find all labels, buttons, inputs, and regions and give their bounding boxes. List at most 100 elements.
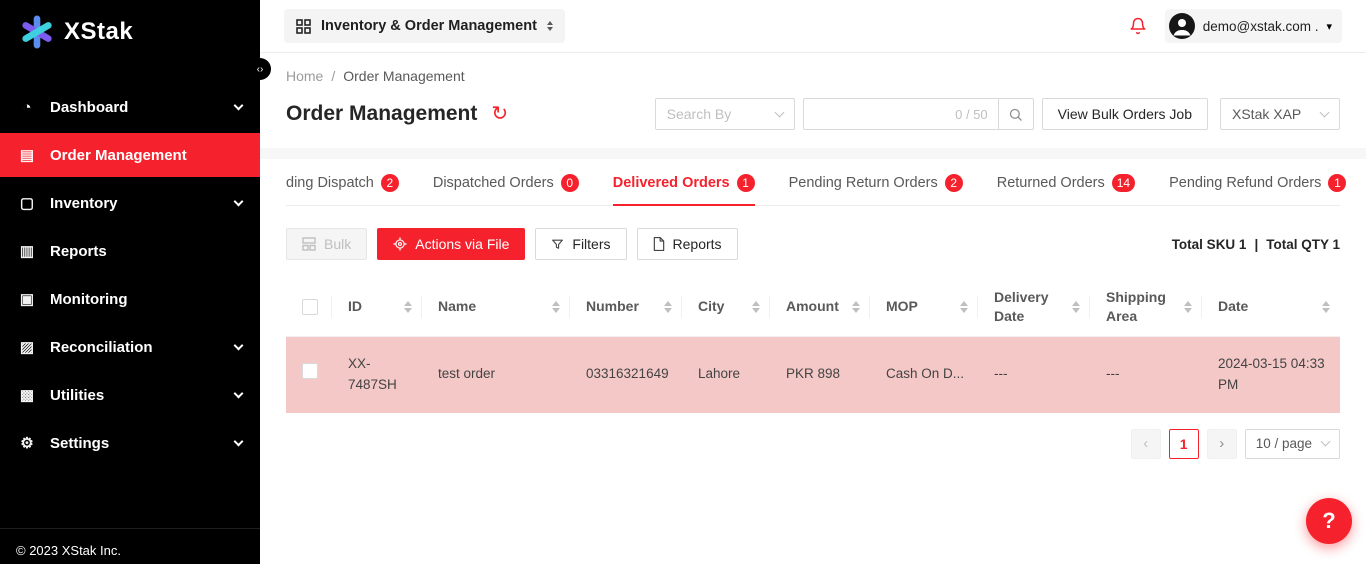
- title-row: Order Management ↻ Search By 0 / 50: [286, 98, 1340, 130]
- cell-delivery-date: ---: [978, 356, 1090, 393]
- order-management-icon: ▤: [18, 146, 36, 164]
- search-group: 0 / 50: [803, 98, 1034, 130]
- tab-label: Pending Refund Orders: [1169, 175, 1321, 191]
- sort-icon[interactable]: [552, 301, 560, 313]
- sort-icon[interactable]: [404, 301, 412, 313]
- xstak-logo[interactable]: XStak: [0, 0, 260, 61]
- cell-city: Lahore: [682, 356, 770, 393]
- page-title: Order Management: [286, 102, 477, 126]
- topbar-right: demo@xstak.com . ▾: [1127, 9, 1342, 43]
- sidebar-item-dashboard[interactable]: ◔ Dashboard: [0, 85, 260, 129]
- column-header-shipping-area[interactable]: Shipping Area: [1090, 278, 1202, 336]
- sidebar-item-label: Inventory: [50, 195, 118, 212]
- sidebar: XStak ◔ Dashboard ▤ Order Management ▢ I…: [0, 0, 260, 564]
- sort-icon[interactable]: [960, 301, 968, 313]
- tab-returned-orders[interactable]: Returned Orders 14: [997, 159, 1135, 205]
- sort-icon[interactable]: [664, 301, 672, 313]
- chevron-down-icon: [234, 100, 244, 110]
- tab-pending-return-orders[interactable]: Pending Return Orders 2: [789, 159, 963, 205]
- row-checkbox[interactable]: [302, 363, 318, 379]
- sidebar-item-utilities[interactable]: ▩ Utilities: [0, 373, 260, 417]
- tab-count-badge: 1: [737, 174, 755, 192]
- sidebar-collapse-toggle[interactable]: ‹›: [249, 58, 271, 80]
- column-header-number[interactable]: Number: [570, 278, 682, 336]
- bulk-button[interactable]: Bulk: [286, 228, 367, 260]
- tab-delivered-orders[interactable]: Delivered Orders 1: [613, 159, 755, 205]
- pagination-page-1[interactable]: 1: [1169, 429, 1199, 459]
- sidebar-item-reports[interactable]: ▥ Reports: [0, 229, 260, 273]
- sidebar-item-label: Utilities: [50, 387, 104, 404]
- sort-icon[interactable]: [852, 301, 860, 313]
- app-selector[interactable]: Inventory & Order Management: [284, 9, 565, 43]
- refresh-icon[interactable]: ↻: [491, 104, 508, 124]
- tab-pending-dispatch[interactable]: ding Dispatch 2: [286, 159, 399, 205]
- search-by-select[interactable]: Search By: [655, 98, 795, 130]
- caret-down-icon: ▾: [1326, 20, 1332, 33]
- page-size-select[interactable]: 10 / page: [1245, 429, 1340, 459]
- page-body: ding Dispatch 2 Dispatched Orders 0 Deli…: [260, 159, 1366, 564]
- tab-pending-refund-orders[interactable]: Pending Refund Orders 1: [1169, 159, 1346, 205]
- breadcrumb-home[interactable]: Home: [286, 68, 323, 84]
- sort-icon[interactable]: [752, 301, 760, 313]
- avatar: [1169, 13, 1195, 39]
- section-divider: [260, 148, 1366, 159]
- chevron-down-icon: [1321, 437, 1331, 447]
- column-header-amount[interactable]: Amount: [770, 278, 870, 336]
- tab-dispatched-orders[interactable]: Dispatched Orders 0: [433, 159, 579, 205]
- inventory-icon: ▢: [18, 194, 36, 212]
- chevron-down-icon: [234, 340, 244, 350]
- xap-select-value: XStak XAP: [1232, 106, 1301, 122]
- dashboard-icon: ◔: [18, 99, 36, 116]
- topbar: Inventory & Order Management: [260, 0, 1366, 52]
- filters-button[interactable]: Filters: [535, 228, 626, 260]
- sort-icon[interactable]: [1184, 301, 1192, 313]
- chevron-down-icon: [774, 107, 784, 117]
- search-icon: [1008, 107, 1023, 122]
- sidebar-item-label: Settings: [50, 435, 109, 452]
- column-header-delivery-date[interactable]: Delivery Date: [978, 278, 1090, 336]
- chevron-down-icon: [1320, 107, 1330, 117]
- target-icon: [393, 237, 407, 251]
- main-area: ‹ › Inventory & Order Management: [260, 0, 1366, 564]
- search-input[interactable]: [814, 105, 955, 123]
- column-header-name[interactable]: Name: [422, 278, 570, 336]
- sidebar-item-settings[interactable]: ⚙ Settings: [0, 421, 260, 465]
- reports-button[interactable]: Reports: [637, 228, 738, 260]
- column-header-date[interactable]: Date: [1202, 278, 1340, 336]
- copyright-text: © 2023 XStak Inc.: [0, 528, 260, 564]
- pagination-prev-button[interactable]: ‹: [1131, 429, 1161, 459]
- column-header-mop[interactable]: MOP: [870, 278, 978, 336]
- chevron-down-icon: [234, 196, 244, 206]
- sidebar-item-order-management[interactable]: ▤ Order Management: [0, 133, 260, 177]
- actions-via-file-button[interactable]: Actions via File: [377, 228, 525, 260]
- xap-select[interactable]: XStak XAP: [1220, 98, 1340, 130]
- column-header-select: [286, 278, 332, 336]
- notification-bell-icon[interactable]: [1127, 14, 1149, 38]
- user-email: demo@xstak.com .: [1203, 19, 1319, 34]
- cell-amount: PKR 898: [770, 356, 870, 393]
- cell-mop: Cash On D...: [870, 356, 978, 393]
- table-row[interactable]: XX-7487SH test order 03316321649 Lahore …: [286, 337, 1340, 413]
- sort-icon[interactable]: [1322, 301, 1330, 313]
- filters-label: Filters: [572, 236, 610, 252]
- sidebar-item-label: Order Management: [50, 147, 187, 164]
- view-bulk-orders-job-button[interactable]: View Bulk Orders Job: [1042, 98, 1208, 130]
- breadcrumb-separator: /: [331, 68, 335, 84]
- help-button[interactable]: ?: [1306, 498, 1352, 544]
- search-button[interactable]: [998, 98, 1034, 130]
- pagination-next-button[interactable]: ›: [1207, 429, 1237, 459]
- user-menu[interactable]: demo@xstak.com . ▾: [1165, 9, 1342, 43]
- column-header-id[interactable]: ID: [332, 278, 422, 336]
- sort-icon[interactable]: [1072, 301, 1080, 313]
- search-field[interactable]: 0 / 50: [803, 98, 999, 130]
- totals-summary: Total SKU 1 | Total QTY 1: [1172, 237, 1340, 252]
- search-char-counter: 0 / 50: [955, 107, 988, 122]
- total-qty: Total QTY 1: [1266, 237, 1340, 252]
- sidebar-item-reconciliation[interactable]: ▨ Reconciliation: [0, 325, 260, 369]
- cell-select: [286, 355, 332, 394]
- sidebar-item-monitoring[interactable]: ▣ Monitoring: [0, 277, 260, 321]
- order-status-tabs: ding Dispatch 2 Dispatched Orders 0 Deli…: [286, 159, 1340, 206]
- sidebar-item-inventory[interactable]: ▢ Inventory: [0, 181, 260, 225]
- select-all-checkbox[interactable]: [302, 299, 318, 315]
- column-header-city[interactable]: City: [682, 278, 770, 336]
